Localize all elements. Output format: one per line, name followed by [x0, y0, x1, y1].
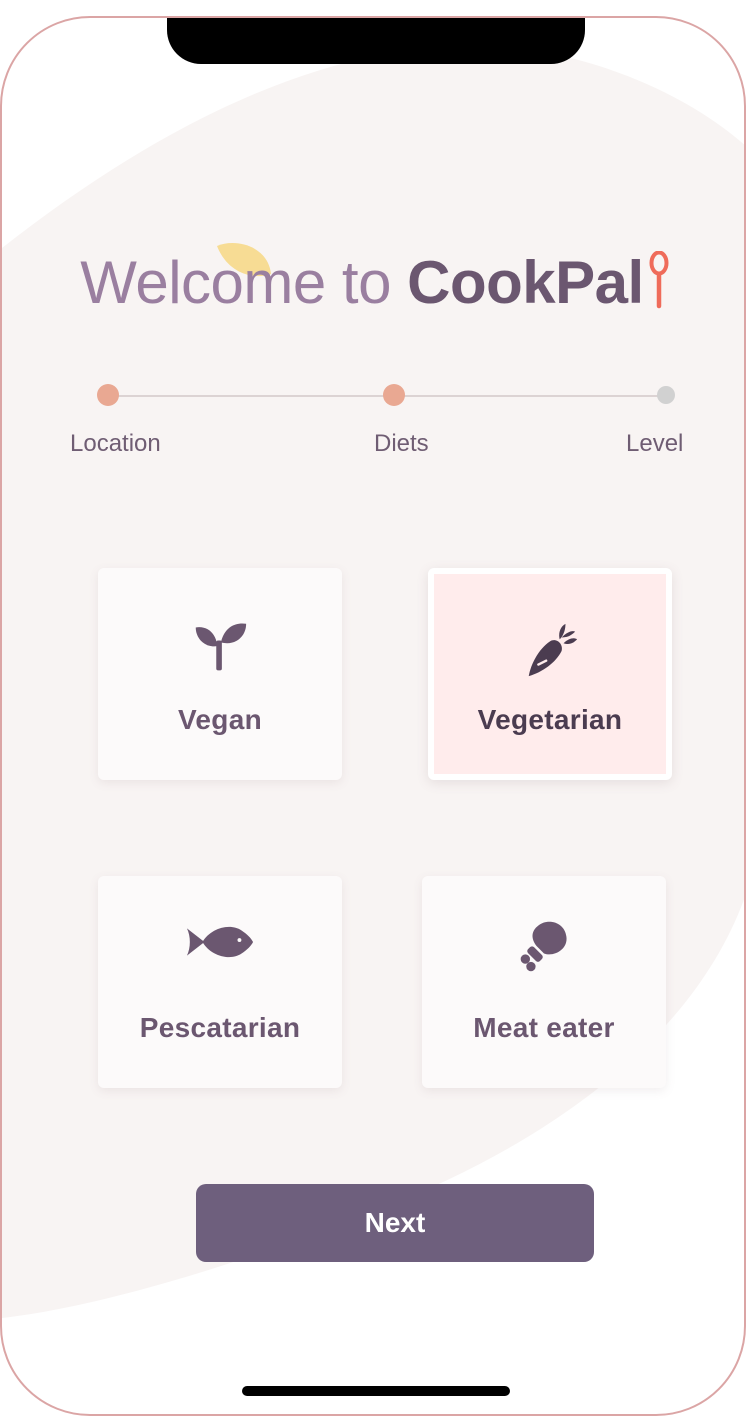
step-dot-location[interactable]	[97, 384, 119, 406]
title-welcome-text: Welcome to	[80, 249, 391, 316]
diet-option-vegetarian[interactable]: Vegetarian	[428, 568, 672, 780]
carrot-icon	[528, 623, 578, 677]
step-dot-diets[interactable]	[383, 384, 405, 406]
drumstick-icon	[520, 921, 567, 972]
diet-option-pescatarian[interactable]: Pescatarian	[98, 876, 342, 1088]
home-indicator	[242, 1386, 510, 1396]
step-label-location: Location	[70, 430, 161, 457]
next-button[interactable]: Next	[196, 1184, 594, 1262]
phone-frame: Welcome to CookPal Location Diets Level …	[0, 16, 746, 1416]
stepper-line-1	[112, 395, 394, 397]
page-title: Welcome to CookPal	[2, 248, 744, 317]
step-label-diets: Diets	[374, 430, 429, 457]
sprout-icon	[195, 623, 247, 671]
diet-label-vegan: Vegan	[178, 704, 262, 735]
device-notch	[167, 18, 585, 64]
fish-icon	[186, 926, 254, 958]
step-label-level: Level	[626, 430, 684, 457]
diet-label-pescatarian: Pescatarian	[139, 1012, 301, 1043]
diet-option-vegan[interactable]: Vegan	[98, 568, 342, 780]
title-brand-text: CookPal	[407, 249, 644, 316]
spoon-icon	[649, 251, 669, 309]
step-dot-level[interactable]	[657, 386, 675, 404]
stepper-line-2	[404, 395, 664, 397]
diet-label-meat-eater: Meat eater	[473, 1012, 615, 1043]
diet-option-meat-eater[interactable]: Meat eater	[422, 876, 666, 1088]
diet-label-vegetarian: Vegetarian	[477, 704, 623, 735]
